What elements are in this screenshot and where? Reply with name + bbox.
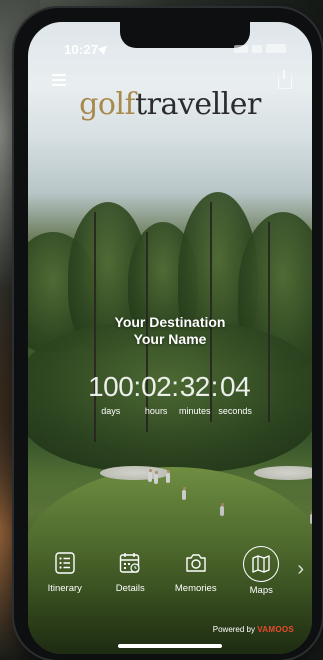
tab-itinerary[interactable]: Itinerary [37, 550, 93, 610]
countdown-minutes: 32 minutes [179, 371, 211, 417]
phone-frame: 10:27 golftraveller Your Destination You… [14, 8, 322, 660]
wifi-icon [252, 44, 262, 53]
hamburger-menu-icon[interactable] [52, 74, 66, 86]
phone-screen: 10:27 golftraveller Your Destination You… [28, 22, 312, 654]
home-indicator[interactable] [118, 644, 222, 648]
countdown-separator: : [171, 371, 180, 402]
countdown-seconds: 04 seconds [218, 371, 252, 417]
camera-notch [120, 22, 250, 48]
tab-memories[interactable]: Memories [168, 550, 224, 610]
tab-maps-label: Maps [249, 585, 273, 596]
app-showcase: 10:27 golftraveller Your Destination You… [0, 0, 323, 660]
destination-block: Your Destination Your Name [28, 314, 312, 348]
status-indicators [234, 44, 286, 53]
logo-text-traveller: traveller [135, 87, 261, 122]
countdown-minutes-value: 32 [179, 371, 211, 402]
countdown-days-value: 100 [88, 371, 134, 402]
status-time: 10:27 [64, 42, 99, 57]
countdown-days-label: days [101, 406, 121, 416]
countdown-seconds-value: 04 [220, 371, 251, 402]
tab-details-label: Details [115, 583, 145, 594]
countdown-separator: : [210, 371, 219, 402]
camera-icon [183, 550, 209, 576]
countdown-days: 100 days [88, 371, 134, 417]
countdown-hours: 02 hours [141, 371, 172, 417]
tab-details[interactable]: Details [102, 550, 158, 610]
destination-title: Your Destination [114, 314, 226, 330]
countdown-hours-label: hours [144, 406, 168, 416]
powered-by: Powered by VAMOOS [213, 625, 294, 634]
list-icon [52, 550, 78, 576]
map-icon [243, 546, 280, 582]
traveller-name: Your Name [133, 331, 207, 347]
countdown-separator: : [133, 371, 142, 402]
countdown-minutes-label: minutes [179, 406, 211, 416]
battery-icon [266, 44, 286, 53]
powered-by-text: Powered by [212, 625, 255, 634]
powered-by-brand: VAMOOS [257, 625, 294, 634]
bottom-tab-bar: Itinerary Details Memories Maps [28, 546, 312, 610]
countdown-seconds-label: seconds [218, 406, 252, 416]
chevron-right-icon[interactable]: › [297, 558, 304, 581]
logo-text-golf: golf [79, 87, 136, 122]
countdown-timer: 100 days : 02 hours : 32 minutes : 04 se… [28, 371, 312, 417]
countdown-hours-value: 02 [141, 371, 172, 402]
brand-logo: golftraveller [28, 90, 312, 120]
tab-maps[interactable]: Maps [233, 546, 289, 610]
share-icon[interactable] [278, 70, 292, 89]
calendar-icon [117, 550, 143, 576]
tab-memories-label: Memories [174, 583, 217, 594]
signal-icon [234, 44, 248, 53]
tab-itinerary-label: Itinerary [47, 583, 82, 594]
